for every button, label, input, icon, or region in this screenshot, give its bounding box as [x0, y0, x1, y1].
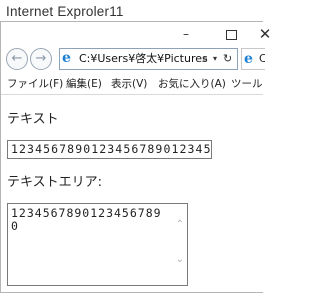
- close-button[interactable]: ✕: [248, 24, 282, 44]
- forward-button[interactable]: →: [30, 48, 52, 70]
- scroll-down-icon[interactable]: ⌄: [176, 254, 184, 265]
- scroll-up-icon[interactable]: ⌃: [176, 219, 184, 230]
- text-input[interactable]: 1234567890123456789012345: [7, 140, 212, 159]
- address-bar[interactable]: e C:¥Users¥啓太¥Pictures ⌕ ▾ ↻: [59, 48, 238, 70]
- menu-view[interactable]: 表示(V): [111, 75, 147, 93]
- menu-edit[interactable]: 編集(E): [66, 75, 102, 93]
- textarea-input[interactable]: 12345678901234567890 ⌃ ⌄: [7, 203, 188, 286]
- figure-caption: Internet Exproler11: [6, 4, 124, 19]
- tab-ie-icon: e: [244, 51, 253, 67]
- page-content: テキスト 1234567890123456789012345 テキストエリア: …: [1, 94, 263, 293]
- ie-icon: e: [62, 50, 71, 66]
- search-icon[interactable]: ⌕: [202, 49, 208, 69]
- menu-tools[interactable]: ツール(T: [231, 75, 263, 93]
- menu-file[interactable]: ファイル(F): [7, 75, 63, 93]
- address-text[interactable]: C:¥Users¥啓太¥Pictures: [79, 49, 208, 69]
- menu-favorites[interactable]: お気に入り(A): [158, 75, 226, 93]
- title-bar: – ✕: [1, 22, 271, 46]
- text-label: テキスト: [7, 112, 59, 127]
- tab-title: C: [259, 49, 265, 69]
- back-button[interactable]: ←: [6, 48, 28, 70]
- dropdown-icon[interactable]: ▾: [213, 49, 217, 69]
- browser-window: – ✕ ← → e C:¥Users¥啓太¥Pictures ⌕ ▾ ↻ e C…: [0, 21, 271, 293]
- maximize-button[interactable]: [214, 24, 248, 44]
- maximize-icon: [225, 29, 237, 40]
- minimize-button[interactable]: –: [169, 24, 203, 44]
- browser-tab[interactable]: e C: [241, 48, 265, 70]
- refresh-icon[interactable]: ↻: [223, 49, 232, 69]
- navigation-bar: ← → e C:¥Users¥啓太¥Pictures ⌕ ▾ ↻ e C: [1, 47, 265, 73]
- menu-bar: ファイル(F) 編集(E) 表示(V) お気に入り(A) ツール(T: [1, 75, 263, 93]
- textarea-text: 12345678901234567890: [11, 206, 162, 233]
- textarea-label: テキストエリア:: [7, 175, 102, 190]
